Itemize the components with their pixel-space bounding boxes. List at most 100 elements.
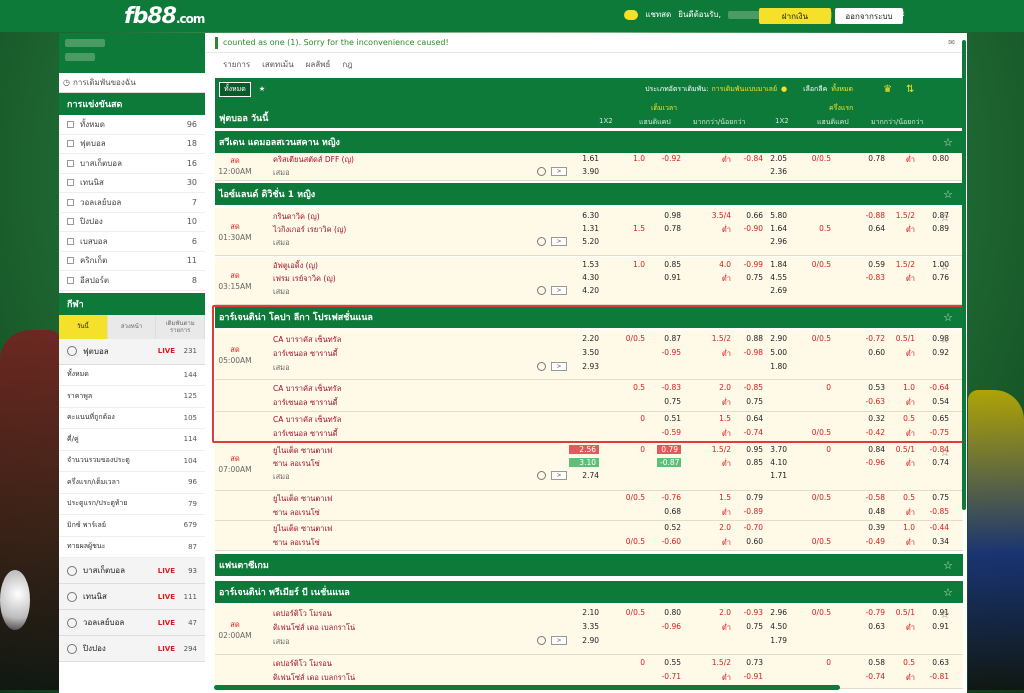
info-icon[interactable]: ●	[781, 85, 787, 93]
overunder-odds-half[interactable]: -0.75	[925, 428, 949, 437]
tab-statement[interactable]: เสตทเม้น	[262, 58, 294, 71]
stats-icon[interactable]	[537, 362, 546, 371]
chat-icon[interactable]	[624, 9, 639, 20]
away-team[interactable]: อาร์เซนอล ซารานดี้	[273, 397, 338, 409]
handicap-odds[interactable]: 0.98	[657, 211, 681, 220]
handicap-odds[interactable]: 0.85	[657, 260, 681, 269]
odds-1x2-half[interactable]: 5.00	[757, 348, 787, 357]
league-header[interactable]: อาร์เจนติน่า พรีเมียร์ บี เนชั่นแนล ☆	[215, 581, 963, 603]
odds-1x2[interactable]: 2.20	[569, 334, 599, 343]
mail-icon[interactable]: ✉	[948, 38, 955, 47]
checkbox[interactable]	[67, 140, 74, 148]
odds-1x2[interactable]: 3.35	[569, 622, 599, 631]
tab-today[interactable]: วันนี้	[59, 314, 108, 339]
odds-1x2[interactable]: 3.50	[569, 348, 599, 357]
handicap-odds[interactable]: -0.83	[657, 383, 681, 392]
more-markets-button[interactable]: >	[551, 471, 567, 480]
horizontal-scrollbar[interactable]	[214, 685, 840, 690]
odds-draw[interactable]: 3.90	[569, 167, 599, 176]
handicap-odds-half[interactable]: -0.49	[861, 537, 885, 546]
football-market-item[interactable]: ทายผลผู้ชนะ 87	[59, 537, 205, 558]
logout-button[interactable]: ออกจากระบบ	[835, 8, 903, 24]
handicap-odds-half[interactable]: -0.96	[861, 458, 885, 467]
handicap-odds-half[interactable]: 0.78	[861, 154, 885, 163]
stats-icon[interactable]	[537, 471, 546, 480]
handicap-odds-half[interactable]: 0.64	[861, 224, 885, 233]
live-item[interactable]: บาสเก็ตบอล 16	[59, 154, 205, 174]
odds-1x2[interactable]: 1.31	[569, 224, 599, 233]
more-markets-button[interactable]: >	[551, 636, 567, 645]
odds-draw-half[interactable]: 1.80	[757, 362, 787, 371]
odds-draw-half[interactable]: 2.96	[757, 237, 787, 246]
more-markets-button[interactable]: >	[551, 286, 567, 295]
football-market-item[interactable]: ทั้งหมด 144	[59, 365, 205, 386]
home-team[interactable]: อัฟตูเอดิ้ง (ญ)	[273, 260, 318, 272]
home-team[interactable]: CA บาราคัส เซ็นทรัล	[273, 334, 341, 346]
handicap-odds[interactable]: 0.55	[657, 658, 681, 667]
more-markets-button[interactable]: >	[551, 362, 567, 371]
live-item[interactable]: ฟุตบอล 18	[59, 135, 205, 154]
away-team[interactable]: อาร์เซนอล ซารานดี้	[273, 428, 338, 440]
home-team[interactable]: คริสเตียนสตัดส์ DFF (ญ)	[273, 154, 354, 166]
overunder-odds-half[interactable]: 0.75	[925, 493, 949, 502]
overunder-odds-half[interactable]: 0.91	[925, 622, 949, 631]
odds-draw[interactable]: 2.90	[569, 636, 599, 645]
home-team[interactable]: ยูไนเต็ด ซานตาเฟ	[273, 523, 332, 535]
football-market-item[interactable]: คะแนนที่ถูกต้อง 105	[59, 408, 205, 429]
away-team[interactable]: ซาน ลอเรนโซ่	[273, 507, 320, 519]
home-team[interactable]: เดปอร์ติโว โมรอน	[273, 658, 332, 670]
match-star-icon[interactable]: ☆	[940, 446, 950, 459]
overunder-odds-half[interactable]: 0.74	[925, 458, 949, 467]
odds-draw[interactable]: 2.74	[569, 471, 599, 480]
match-star-icon[interactable]: ☆	[940, 260, 950, 273]
handicap-odds-half[interactable]: 0.58	[861, 658, 885, 667]
home-team[interactable]: ยูไนเต็ด ซานตาเฟ	[273, 445, 332, 457]
handicap-odds[interactable]: -0.92	[657, 154, 681, 163]
live-item[interactable]: เบสบอล 6	[59, 232, 205, 252]
bet-type-select[interactable]: การเดิมพันแบบมาเลย์	[711, 84, 777, 95]
sort-icon[interactable]: ⇅	[906, 84, 914, 95]
overunder-odds[interactable]: 0.60	[739, 537, 763, 546]
handicap-odds[interactable]: 0.87	[657, 334, 681, 343]
handicap-odds-half[interactable]: 0.48	[861, 507, 885, 516]
football-market-item[interactable]: มิกซ์ พาร์เลย์ 679	[59, 515, 205, 537]
overunder-odds-half[interactable]: -0.85	[925, 507, 949, 516]
overunder-odds[interactable]: 0.75	[739, 397, 763, 406]
overunder-odds-half[interactable]: 0.80	[925, 154, 949, 163]
odds-draw-half[interactable]: 1.71	[757, 471, 787, 480]
football-market-item[interactable]: ราคาพูล 125	[59, 386, 205, 408]
handicap-odds-half[interactable]: 0.53	[861, 383, 885, 392]
handicap-odds[interactable]: 0.80	[657, 608, 681, 617]
away-team[interactable]: ซาน ลอเรนโซ่	[273, 537, 320, 549]
odds-draw[interactable]: 2.93	[569, 362, 599, 371]
away-team[interactable]: ไวกิงเกอร์ เรยาวิค (ญ)	[273, 224, 346, 236]
checkbox[interactable]	[67, 198, 74, 206]
handicap-odds[interactable]: 0.79	[657, 445, 681, 454]
away-team[interactable]: เฟรม เรย์จาวิค (ญ)	[273, 273, 336, 285]
handicap-odds-half[interactable]: -0.58	[861, 493, 885, 502]
league-star-icon[interactable]: ☆	[943, 136, 953, 149]
odds-1x2[interactable]: 1.53	[569, 260, 599, 269]
overunder-odds[interactable]: -0.74	[739, 428, 763, 437]
all-button[interactable]: ทั้งหมด	[219, 81, 251, 97]
my-bets-link[interactable]: ◷ การเดิมพันของฉัน	[59, 73, 205, 93]
handicap-odds[interactable]: 0.51	[657, 414, 681, 423]
checkbox[interactable]	[67, 257, 74, 265]
home-team[interactable]: กรินดาวิค (ญ)	[273, 211, 320, 223]
live-item[interactable]: คริกเก็ต 11	[59, 252, 205, 271]
tab-outright[interactable]: เดิมพันตามรายการ	[156, 314, 206, 339]
handicap-odds-half[interactable]: 0.32	[861, 414, 885, 423]
handicap-odds-half[interactable]: -0.88	[861, 211, 885, 220]
tab-early[interactable]: ล่วงหน้า	[107, 314, 157, 339]
tab-rules[interactable]: กฎ	[342, 58, 352, 71]
deposit-button[interactable]: ฝากเงิน	[759, 8, 831, 24]
odds-1x2[interactable]: 3.10	[569, 458, 599, 467]
handicap-odds-half[interactable]: -0.72	[861, 334, 885, 343]
home-team[interactable]: ยูไนเต็ด ซานตาเฟ	[273, 493, 332, 505]
football-market-item[interactable]: ครึ่งแรก/เต็มเวลา 96	[59, 472, 205, 494]
handicap-odds[interactable]: 0.78	[657, 224, 681, 233]
football-market-item[interactable]: ประตูแรก/ประตูท้าย 79	[59, 494, 205, 515]
away-team[interactable]: ซาน ลอเรนโซ่	[273, 458, 320, 470]
handicap-odds[interactable]: -0.60	[657, 537, 681, 546]
odds-1x2-half[interactable]: 4.10	[757, 458, 787, 467]
